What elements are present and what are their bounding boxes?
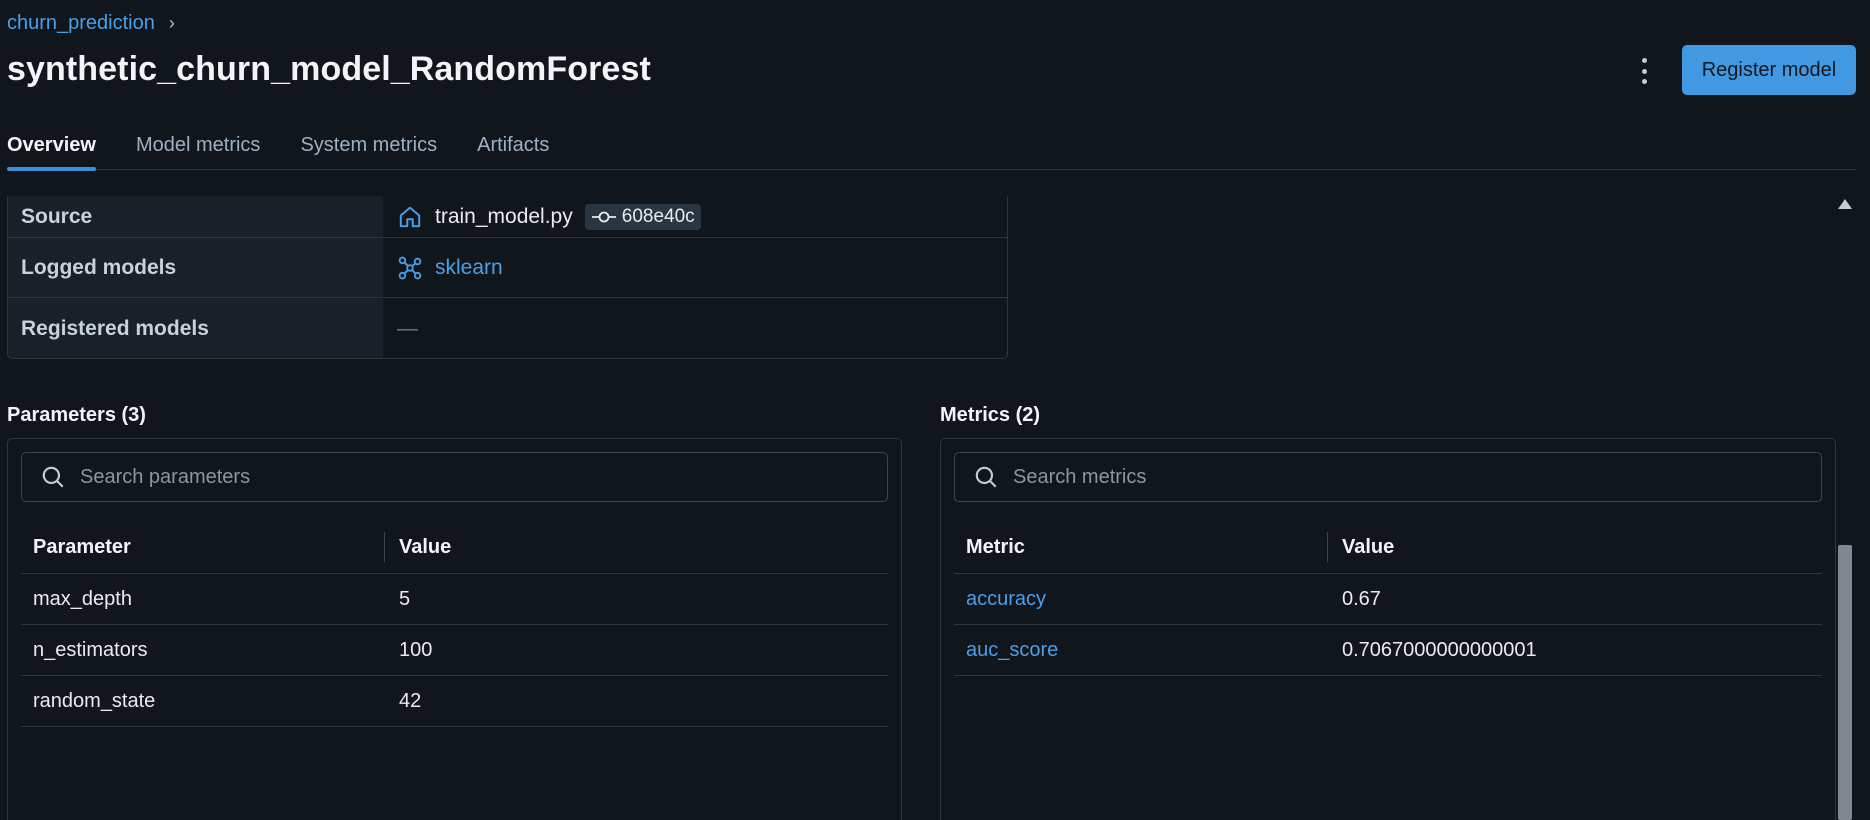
parameters-search-box (21, 452, 888, 502)
details-row-logged-models: Logged models sklearn (8, 238, 1007, 298)
column-header-parameter[interactable]: Parameter (21, 536, 384, 559)
metrics-title: Metrics (2) (940, 404, 1041, 426)
run-details-table: Source train_model.py 608e40c Logged mod… (7, 196, 1008, 359)
parameter-name: n_estimators (33, 638, 148, 661)
details-value: sklearn (383, 238, 1007, 297)
breadcrumb-experiment-link[interactable]: churn_prediction (7, 12, 155, 35)
parameter-name: max_depth (33, 587, 132, 610)
commit-badge[interactable]: 608e40c (584, 203, 701, 230)
metrics-panel: Metric Value accuracy 0.67 auc_score 0.7… (940, 438, 1836, 820)
scrollbar-thumb[interactable] (1838, 545, 1852, 820)
home-icon (397, 204, 423, 230)
metrics-search-box (954, 452, 1822, 502)
metric-value: 0.67 (1342, 587, 1381, 610)
chevron-right-icon: › (168, 13, 175, 33)
details-key: Registered models (8, 298, 383, 358)
run-page: churn_prediction › synthetic_churn_model… (0, 0, 1870, 820)
parameter-name: random_state (33, 689, 156, 712)
details-row-source: Source train_model.py 608e40c (8, 196, 1007, 238)
git-commit-icon (591, 209, 617, 225)
metric-value: 0.7067000000000001 (1342, 638, 1537, 661)
scroll-up-arrow-icon[interactable] (1838, 199, 1852, 209)
parameters-title: Parameters (3) (7, 404, 146, 426)
model-graph-icon (397, 255, 423, 281)
parameter-value: 5 (399, 587, 411, 610)
tab-overview[interactable]: Overview (7, 134, 96, 171)
details-row-registered-models: Registered models — (8, 298, 1007, 358)
parameter-value: 100 (399, 638, 433, 661)
column-header-value[interactable]: Value (1327, 532, 1394, 562)
table-row: max_depth 5 (21, 574, 888, 625)
parameters-search-input[interactable] (80, 465, 887, 489)
column-header-metric[interactable]: Metric (954, 536, 1327, 559)
page-title: synthetic_churn_model_RandomForest (7, 50, 651, 88)
details-value: — (383, 298, 1007, 358)
table-header: Parameter Value (21, 521, 888, 574)
table-row: random_state 42 (21, 676, 888, 727)
metrics-search-input[interactable] (1013, 465, 1821, 489)
search-icon (973, 464, 999, 490)
source-file-name: train_model.py (435, 204, 573, 228)
breadcrumb: churn_prediction › (7, 12, 175, 35)
tab-system-metrics[interactable]: System metrics (300, 134, 437, 170)
table-header: Metric Value (954, 521, 1822, 574)
metric-name-link[interactable]: accuracy (954, 588, 1327, 611)
tab-model-metrics[interactable]: Model metrics (136, 134, 260, 170)
parameters-panel: Parameter Value max_depth 5 n_estimators… (7, 438, 902, 820)
table-row: auc_score 0.7067000000000001 (954, 625, 1822, 676)
tab-artifacts[interactable]: Artifacts (477, 134, 549, 170)
details-key: Source (8, 196, 383, 237)
tab-bar: Overview Model metrics System metrics Ar… (7, 134, 1856, 171)
column-header-value[interactable]: Value (384, 532, 451, 562)
search-icon (40, 464, 66, 490)
register-model-button[interactable]: Register model (1682, 45, 1856, 95)
more-options-icon[interactable] (1637, 58, 1651, 84)
metrics-table: Metric Value accuracy 0.67 auc_score 0.7… (954, 521, 1822, 676)
details-value: train_model.py 608e40c (383, 196, 1007, 237)
parameter-value: 42 (399, 689, 422, 712)
table-row: n_estimators 100 (21, 625, 888, 676)
table-row: accuracy 0.67 (954, 574, 1822, 625)
metric-name-link[interactable]: auc_score (954, 639, 1327, 662)
details-key: Logged models (8, 238, 383, 297)
commit-hash: 608e40c (621, 205, 695, 227)
logged-model-link[interactable]: sklearn (435, 256, 503, 280)
parameters-table: Parameter Value max_depth 5 n_estimators… (21, 521, 888, 727)
registered-models-value: — (397, 316, 418, 340)
